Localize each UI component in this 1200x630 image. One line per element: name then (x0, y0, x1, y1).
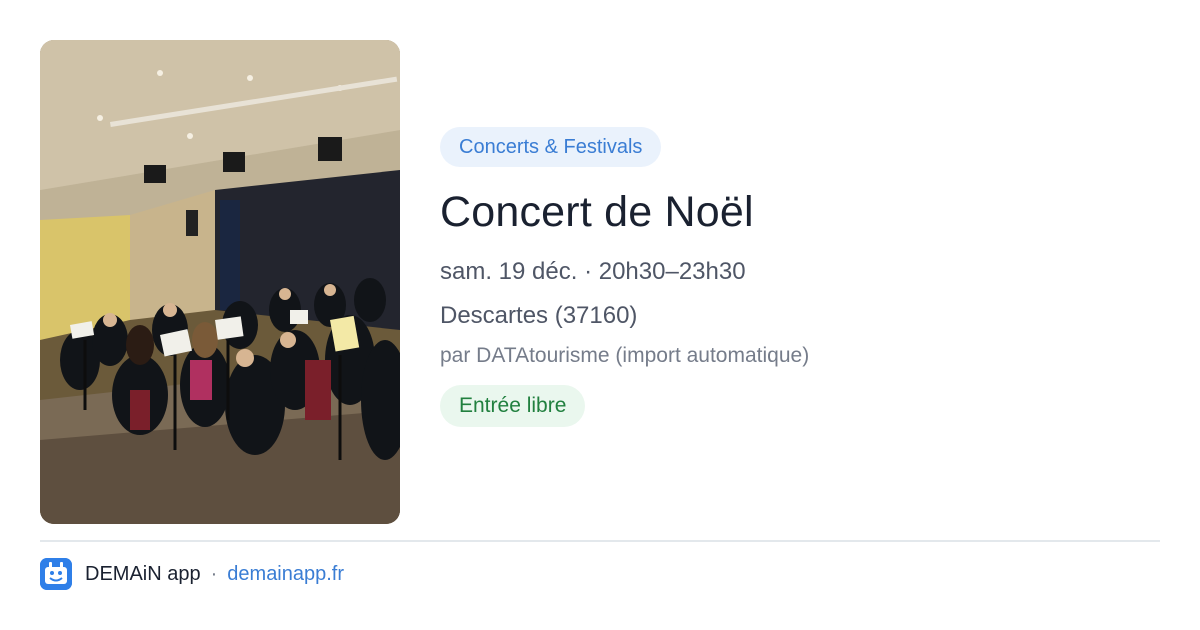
app-url-link[interactable]: demainapp.fr (227, 563, 344, 586)
event-title: Concert de Noël (440, 188, 754, 236)
event-location: Descartes (37160) (440, 302, 638, 329)
event-card: Concerts & Festivals Concert de Noël sam… (0, 0, 1200, 630)
footer: DEMAiN app · demainapp.fr (40, 558, 344, 590)
app-name: DEMAiN app (85, 562, 201, 585)
category-badge[interactable]: Concerts & Festivals (440, 127, 662, 167)
event-photo[interactable] (40, 40, 400, 524)
demain-app-logo[interactable] (40, 558, 72, 590)
event-datetime: sam. 19 déc. · 20h30–23h30 (440, 258, 746, 285)
price-badge: Entrée libre (440, 385, 586, 427)
concert-hall-orchestra-photo (40, 40, 400, 524)
event-details: Concerts & Festivals Concert de Noël sam… (440, 127, 1160, 427)
footer-divider (40, 540, 1160, 542)
event-source: par DATAtourisme (import automatique) (440, 344, 810, 367)
footer-separator: · (210, 562, 218, 585)
